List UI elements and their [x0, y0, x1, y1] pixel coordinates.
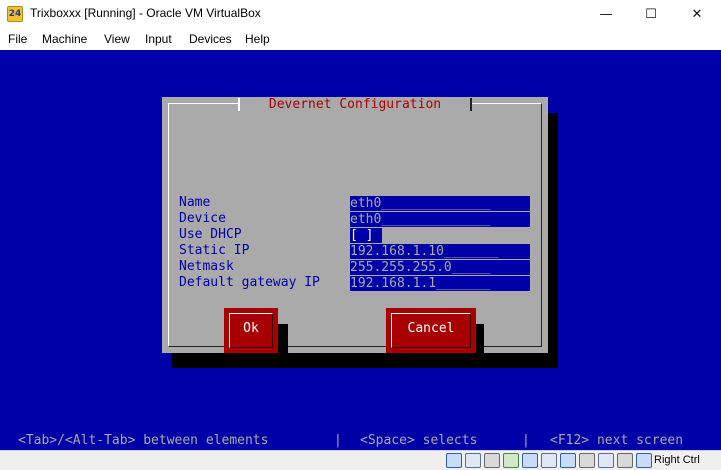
ok-button-label: Ok	[229, 313, 273, 348]
virtualbox-icon: 24	[7, 6, 23, 22]
shared-folders-icon[interactable]	[541, 453, 557, 468]
window-title: Trixboxxx [Running] - Oracle VM VirtualB…	[30, 6, 261, 20]
dialog-title-right-bar	[470, 98, 472, 111]
maximize-button[interactable]: ☐	[628, 0, 674, 29]
netmask-label: Netmask	[179, 259, 234, 274]
usb-icon[interactable]	[522, 453, 538, 468]
use-dhcp-checkbox[interactable]: [ ]	[350, 228, 382, 243]
window-titlebar[interactable]: 24 Trixboxxx [Running] - Oracle VM Virtu…	[0, 0, 721, 29]
menu-devices[interactable]: Devices	[189, 32, 232, 46]
devernet-config-dialog: Devernet Configuration Name eth0________…	[162, 97, 548, 366]
ok-button[interactable]: Ok	[224, 308, 278, 353]
menu-input[interactable]: Input	[145, 32, 172, 46]
host-key-label: Right Ctrl	[654, 454, 700, 466]
static-ip-label: Static IP	[179, 243, 250, 258]
name-field[interactable]: eth0______________	[350, 196, 530, 211]
hard-disk-icon[interactable]	[446, 453, 462, 468]
display-icon[interactable]	[560, 453, 576, 468]
name-label: Name	[179, 195, 211, 210]
space-hint: <Space> selects	[360, 433, 478, 448]
menu-view[interactable]: View	[104, 32, 130, 46]
static-ip-field[interactable]: 192.168.1.10_______	[350, 244, 530, 259]
dialog-title-left-bar	[238, 98, 240, 111]
cpu-icon	[598, 453, 614, 468]
dialog-title: Devernet Configuration	[238, 97, 472, 113]
netmask-field[interactable]: 255.255.255.0_____	[350, 260, 530, 275]
video-capture-icon[interactable]	[579, 453, 595, 468]
cancel-button-label: Cancel	[391, 313, 471, 348]
menu-machine[interactable]: Machine	[42, 32, 87, 46]
menu-file[interactable]: File	[8, 32, 27, 46]
network-icon[interactable]	[503, 453, 519, 468]
host-key-icon	[636, 453, 652, 468]
help-separator-1: |	[334, 433, 342, 448]
minimize-button[interactable]: —	[583, 0, 629, 29]
cancel-button[interactable]: Cancel	[386, 308, 476, 353]
console-help-line: <Tab>/<Alt-Tab> between elements | <Spac…	[0, 432, 721, 450]
audio-icon[interactable]	[484, 453, 500, 468]
vm-screen[interactable]: Devernet Configuration Name eth0________…	[0, 50, 721, 450]
menu-bar: File Machine View Input Devices Help	[0, 29, 721, 50]
gateway-field[interactable]: 192.168.1.1_______	[350, 276, 530, 291]
use-dhcp-label: Use DHCP	[179, 227, 242, 242]
gateway-label: Default gateway IP	[179, 275, 320, 290]
menu-help[interactable]: Help	[245, 32, 270, 46]
device-field[interactable]: eth0______________	[350, 212, 530, 227]
help-separator-2: |	[522, 433, 530, 448]
tab-hint: <Tab>/<Alt-Tab> between elements	[18, 433, 269, 448]
vbox-status-bar: Right Ctrl	[0, 450, 721, 470]
optical-drive-icon[interactable]	[465, 453, 481, 468]
f12-hint: <F12> next screen	[550, 433, 684, 448]
device-label: Device	[179, 211, 226, 226]
close-button[interactable]: ✕	[674, 0, 720, 29]
mouse-integration-icon[interactable]	[617, 453, 633, 468]
